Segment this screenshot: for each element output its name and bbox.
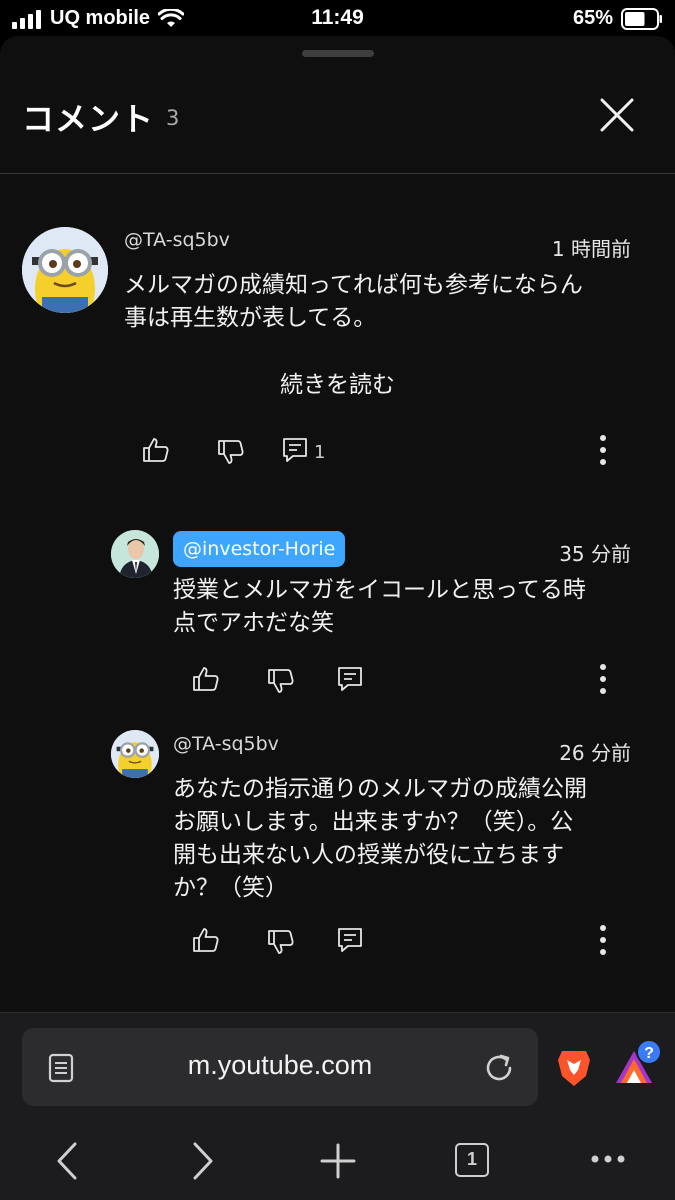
comment-author[interactable]: @TA-sq5bv (124, 229, 230, 251)
minion-avatar-image (111, 730, 159, 778)
comments-count: 3 (166, 106, 180, 130)
comments-sheet: コメント 3 @TA-sq5bv 1 時間前 メルマガの成績知ってれば何も参考に… (0, 36, 675, 1012)
reply-line: お願いします。出来ますか？（笑）。公 (173, 809, 574, 835)
dislike-icon[interactable] (267, 667, 295, 695)
status-right: 65% (573, 7, 663, 30)
more-options-icon[interactable] (593, 434, 613, 466)
new-tab-icon[interactable] (320, 1143, 356, 1179)
like-icon[interactable] (192, 926, 220, 954)
comment-time: 1 時間前 (551, 237, 631, 261)
reply-time: 35 分前 (559, 542, 631, 566)
dislike-icon[interactable] (217, 438, 245, 466)
url-text[interactable]: m.youtube.com (22, 1050, 538, 1081)
brave-shield-icon[interactable] (556, 1048, 592, 1088)
comments-title: コメント (22, 100, 155, 138)
reply-author[interactable]: @TA-sq5bv (173, 733, 279, 755)
reply-icon[interactable] (281, 436, 309, 464)
reply-line: 授業とメルマガをイコールと思ってる時 (173, 577, 586, 603)
minion-avatar-image (22, 227, 108, 313)
like-icon[interactable] (142, 436, 170, 464)
brave-rewards-icon[interactable]: ? (612, 1037, 664, 1089)
reply-text: 授業とメルマガをイコールと思ってる時 点でアホだな笑 (173, 574, 586, 640)
back-icon[interactable] (54, 1141, 80, 1181)
browser-toolbar: m.youtube.com ? 1 (0, 1012, 675, 1200)
reply-line: 点でアホだな笑 (173, 610, 334, 636)
reply-line: か？（笑） (173, 875, 288, 901)
battery-icon (621, 7, 662, 30)
reply-text: あなたの指示通りのメルマガの成績公開 お願いします。出来ますか？（笑）。公 開も… (173, 773, 587, 905)
status-bar: UQ mobile 11:49 65% (0, 0, 675, 36)
avatar[interactable] (111, 530, 159, 578)
reply-count: 1 (314, 442, 326, 463)
drag-handle[interactable] (302, 50, 374, 57)
tab-switcher-button[interactable]: 1 (455, 1143, 489, 1177)
reply-line: あなたの指示通りのメルマガの成績公開 (173, 776, 587, 802)
dislike-icon[interactable] (267, 928, 295, 956)
comment-text: メルマガの成績知ってれば何も参考にならん 事は再生数が表してる。 (124, 269, 583, 335)
person-avatar-image (111, 530, 159, 578)
comment-line: 事は再生数が表してる。 (124, 305, 377, 331)
reply-icon[interactable] (336, 665, 364, 693)
reply-time: 26 分前 (559, 741, 631, 765)
avatar[interactable] (22, 227, 108, 313)
comment-line: メルマガの成績知ってれば何も参考にならん (124, 272, 583, 298)
read-more-button[interactable]: 続きを読む (0, 365, 675, 399)
author-mention-chip[interactable]: @investor-Horie (173, 531, 346, 567)
avatar[interactable] (111, 730, 159, 778)
close-icon[interactable] (596, 94, 638, 136)
reply-line: 開も出来ない人の授業が役に立ちます (173, 842, 564, 868)
address-bar[interactable]: m.youtube.com (22, 1028, 538, 1106)
more-options-icon[interactable] (593, 663, 613, 695)
svg-text:?: ? (644, 1045, 654, 1062)
reply-icon[interactable] (336, 926, 364, 954)
like-icon[interactable] (192, 665, 220, 693)
more-options-icon[interactable] (593, 924, 613, 956)
header-divider (0, 173, 675, 174)
forward-icon[interactable] (190, 1141, 216, 1181)
reload-icon[interactable] (483, 1052, 515, 1084)
menu-dots-icon[interactable] (590, 1153, 626, 1165)
battery-percent: 65% (572, 7, 613, 29)
